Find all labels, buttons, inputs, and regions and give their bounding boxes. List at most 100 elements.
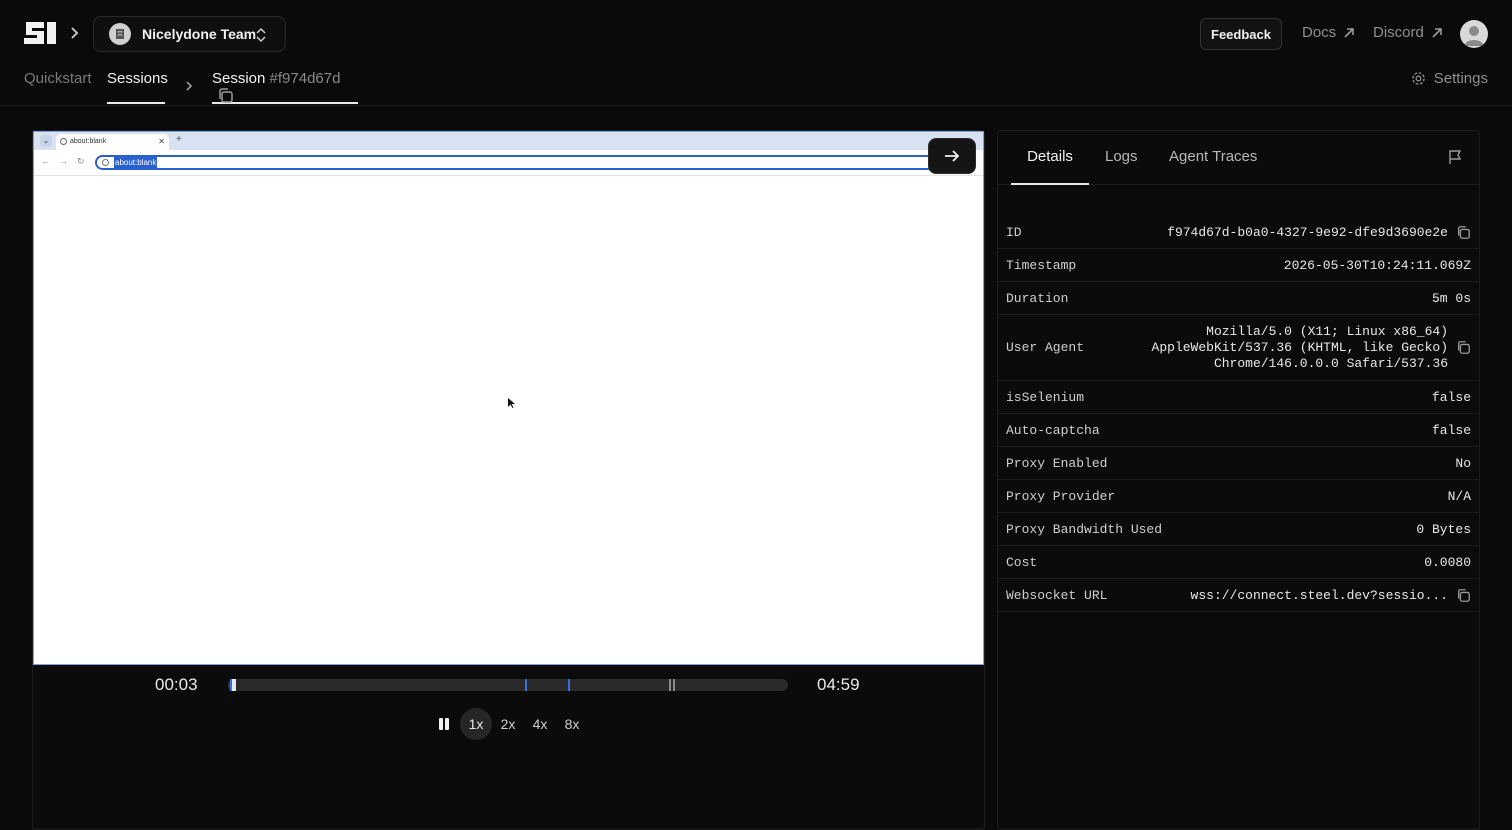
detail-label: Timestamp xyxy=(1006,257,1077,273)
user-icon xyxy=(1464,26,1484,46)
detail-label: isSelenium xyxy=(1006,389,1085,405)
detail-label: Proxy Provider xyxy=(1006,488,1116,504)
detail-row-user-agent: User Agent Mozilla/5.0 (X11; Linux x86_6… xyxy=(998,315,1479,381)
plus-icon: + xyxy=(176,134,182,145)
timeline-event-marker xyxy=(525,679,527,691)
browser-tab-strip: ⌄ about:blank ✕ + xyxy=(34,132,983,150)
external-arrow-icon xyxy=(1432,27,1442,38)
speed-1x-button[interactable]: 1x xyxy=(460,708,492,740)
detail-label: Websocket URL xyxy=(1006,587,1108,603)
copy-icon[interactable] xyxy=(1456,225,1471,240)
address-bar: about:blank xyxy=(95,155,945,170)
detail-value: 0.0080 xyxy=(1424,554,1471,570)
pause-icon[interactable] xyxy=(436,715,452,733)
nav-tabs: Quickstart Sessions Session #f974d67d Se… xyxy=(0,60,1512,106)
tab-search-icon: ⌄ xyxy=(40,135,52,147)
user-agent-line: AppleWebKit/537.36 (KHTML, like Gecko) xyxy=(1151,339,1448,355)
copy-icon[interactable] xyxy=(217,87,234,104)
settings-link[interactable]: Settings xyxy=(1411,70,1488,87)
detail-label: Proxy Bandwidth Used xyxy=(1006,521,1163,537)
arrow-right-icon xyxy=(945,150,960,162)
copy-icon[interactable] xyxy=(1456,340,1471,355)
total-time: 04:59 xyxy=(817,675,860,694)
detail-value: Mozilla/5.0 (X11; Linux x86_64) AppleWeb… xyxy=(1152,324,1448,372)
browser-tab: about:blank ✕ xyxy=(56,134,169,150)
details-tabs: Details Logs Agent Traces xyxy=(998,131,1479,185)
detail-value: No xyxy=(1455,455,1471,471)
gear-icon xyxy=(1412,72,1425,85)
info-icon xyxy=(102,159,109,166)
forward-icon: → xyxy=(59,156,68,166)
browser-toolbar: ← → ↻ about:blank xyxy=(34,150,983,176)
detail-row-proxy-provider: Proxy Provider N/A xyxy=(998,480,1479,513)
chevron-right-icon xyxy=(186,81,193,91)
address-text: about:blank xyxy=(114,157,158,168)
session-hash: #f974d67d xyxy=(269,70,341,87)
detail-row-isselenium: isSelenium false xyxy=(998,381,1479,414)
current-time: 00:03 xyxy=(155,675,198,694)
docs-link-label: Docs xyxy=(1302,24,1337,41)
external-arrow-icon xyxy=(1344,27,1354,38)
feedback-button[interactable]: Feedback xyxy=(1200,18,1282,50)
team-building-icon xyxy=(109,23,131,45)
top-bar: Nicelydone Team Feedback Docs Discord xyxy=(0,0,1512,68)
tab-agent-traces[interactable]: Agent Traces xyxy=(1169,148,1257,185)
detail-label: Auto-captcha xyxy=(1006,422,1100,438)
speed-8x-button[interactable]: 8x xyxy=(556,708,588,740)
detail-value: 2026-05-30T10:24:11.069Z xyxy=(1283,257,1471,273)
user-avatar[interactable] xyxy=(1460,20,1488,48)
detail-value: false xyxy=(1431,389,1471,405)
timeline-event-marker xyxy=(673,679,675,691)
mouse-cursor-icon xyxy=(508,398,515,408)
detail-row-id: ID f974d67d-b0a0-4327-9e92-dfe9d3690e2e xyxy=(998,216,1479,249)
detail-row-auto-captcha: Auto-captcha false xyxy=(998,414,1479,447)
user-agent-line: Chrome/146.0.0.0 Safari/537.36 xyxy=(1213,355,1448,371)
detail-label: Duration xyxy=(1006,290,1069,306)
detail-row-timestamp: Timestamp 2026-05-30T10:24:11.069Z xyxy=(998,249,1479,282)
close-icon: ✕ xyxy=(158,137,165,146)
chevron-right-icon xyxy=(71,27,79,39)
playback-timeline[interactable] xyxy=(228,679,788,691)
detail-value: 5m 0s xyxy=(1431,290,1471,306)
globe-icon xyxy=(60,138,67,145)
detail-row-cost: Cost 0.0080 xyxy=(998,546,1479,579)
take-control-button[interactable] xyxy=(928,138,976,174)
session-viewport[interactable]: ⌄ about:blank ✕ + ← → ↻ about:blank xyxy=(33,131,984,665)
detail-row-proxy-bandwidth: Proxy Bandwidth Used 0 Bytes xyxy=(998,513,1479,546)
timeline-event-marker xyxy=(669,679,671,691)
steel-logo-icon[interactable] xyxy=(22,20,58,46)
tab-details[interactable]: Details xyxy=(1011,148,1089,185)
speed-2x-button[interactable]: 2x xyxy=(492,708,524,740)
team-name: Nicelydone Team xyxy=(142,26,257,42)
detail-value: N/A xyxy=(1447,488,1471,504)
detail-value: 0 Bytes xyxy=(1416,521,1471,537)
details-list: ID f974d67d-b0a0-4327-9e92-dfe9d3690e2e … xyxy=(998,216,1479,612)
session-label: Session xyxy=(212,70,266,87)
tab-session-current[interactable]: Session #f974d67d xyxy=(212,70,358,104)
chevron-up-down-icon xyxy=(256,27,266,43)
flag-icon[interactable] xyxy=(1447,149,1463,165)
settings-label: Settings xyxy=(1433,70,1488,87)
detail-label: ID xyxy=(1006,224,1022,240)
timeline-event-marker xyxy=(568,679,570,691)
playhead[interactable] xyxy=(230,679,236,691)
copy-icon[interactable] xyxy=(1456,588,1471,603)
detail-label: Proxy Enabled xyxy=(1006,455,1108,471)
back-icon: ← xyxy=(41,156,50,166)
docs-link[interactable]: Docs xyxy=(1302,24,1356,41)
reload-icon: ↻ xyxy=(77,156,85,166)
discord-link[interactable]: Discord xyxy=(1373,24,1444,41)
browser-tab-title: about:blank xyxy=(70,138,107,145)
tab-sessions[interactable]: Sessions xyxy=(107,70,168,104)
detail-label: User Agent xyxy=(1006,340,1085,355)
detail-label: Cost xyxy=(1006,554,1038,570)
user-agent-line: Mozilla/5.0 (X11; Linux x86_64) xyxy=(1206,323,1448,339)
speed-4x-button[interactable]: 4x xyxy=(524,708,556,740)
detail-row-proxy-enabled: Proxy Enabled No xyxy=(998,447,1479,480)
tab-logs[interactable]: Logs xyxy=(1105,148,1138,185)
tab-quickstart[interactable]: Quickstart xyxy=(24,70,92,104)
detail-value: f974d67d-b0a0-4327-9e92-dfe9d3690e2e xyxy=(1167,224,1448,240)
detail-row-websocket-url: Websocket URL wss://connect.steel.dev?se… xyxy=(998,579,1479,612)
team-switcher[interactable]: Nicelydone Team xyxy=(93,16,286,52)
detail-row-duration: Duration 5m 0s xyxy=(998,282,1479,315)
